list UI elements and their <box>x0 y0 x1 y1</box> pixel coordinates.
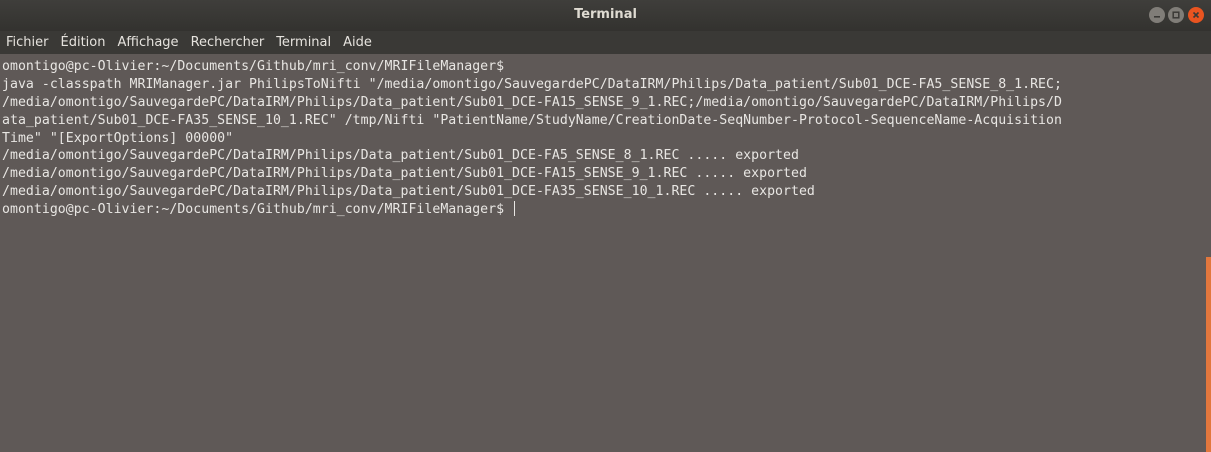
terminal-line: omontigo@pc-Olivier:~/Documents/Github/m… <box>2 59 505 74</box>
terminal-line: /media/omontigo/SauvegardePC/DataIRM/Phi… <box>2 94 1062 110</box>
maximize-icon <box>1172 11 1180 19</box>
terminal-line: /media/omontigo/SauvegardePC/DataIRM/Phi… <box>2 184 815 200</box>
text-cursor <box>514 201 516 217</box>
minimize-button[interactable] <box>1149 7 1165 23</box>
scrollbar[interactable] <box>1205 54 1211 452</box>
menu-fichier[interactable]: Fichier <box>6 31 49 54</box>
menu-edition[interactable]: Édition <box>61 31 106 54</box>
maximize-button[interactable] <box>1168 7 1184 23</box>
menu-bar: Fichier Édition Affichage Rechercher Ter… <box>0 31 1211 54</box>
close-button[interactable] <box>1188 7 1204 23</box>
shell-prompt: omontigo@pc-Olivier:~/Documents/Github/m… <box>2 202 505 218</box>
menu-affichage[interactable]: Affichage <box>117 31 178 54</box>
menu-aide[interactable]: Aide <box>343 31 372 54</box>
menu-rechercher[interactable]: Rechercher <box>191 31 265 54</box>
menu-terminal[interactable]: Terminal <box>276 31 331 54</box>
terminal-line: /media/omontigo/SauvegardePC/DataIRM/Phi… <box>2 148 799 164</box>
close-icon <box>1192 11 1200 19</box>
title-bar[interactable]: Terminal <box>0 0 1211 31</box>
terminal-window: Terminal Fichier Édition Affichage Reche… <box>0 0 1211 452</box>
terminal-output[interactable]: omontigo@pc-Olivier:~/Documents/Github/m… <box>0 54 1205 452</box>
prompt-line[interactable]: omontigo@pc-Olivier:~/Documents/Github/m… <box>2 201 1205 219</box>
minimize-icon <box>1154 16 1160 18</box>
terminal-line: /media/omontigo/SauvegardePC/DataIRM/Phi… <box>2 166 807 182</box>
terminal-line: java -classpath MRIManager.jar PhilipsTo… <box>2 76 1062 92</box>
terminal-line: ata_patient/Sub01_DCE-FA35_SENSE_10_1.RE… <box>2 112 1062 128</box>
window-title: Terminal <box>574 7 637 22</box>
scrollbar-thumb[interactable] <box>1206 257 1211 452</box>
terminal-line: Time" "[ExportOptions] 00000" <box>2 130 234 146</box>
